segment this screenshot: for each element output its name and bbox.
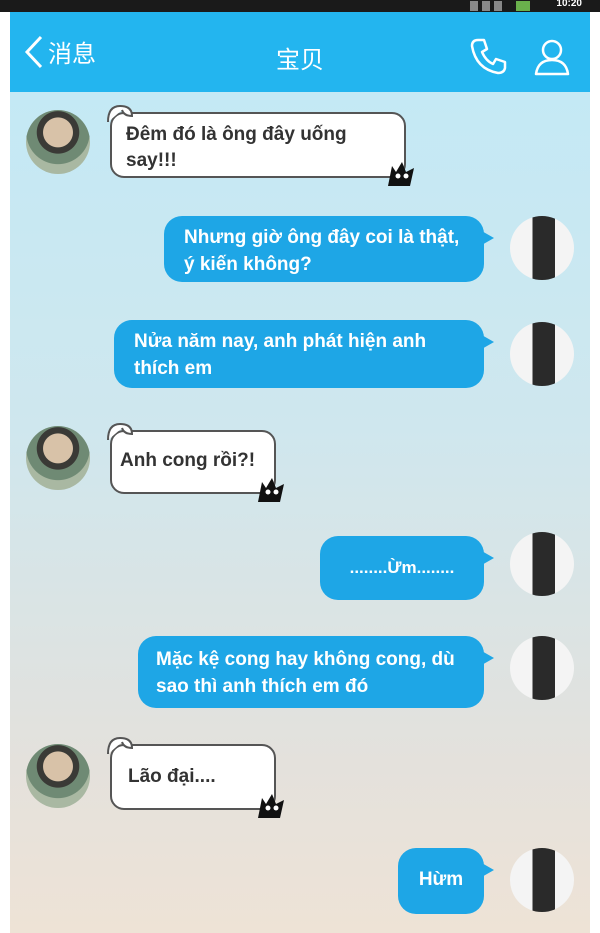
message-text: Lão đại.... [128, 766, 216, 787]
message-text: Nửa năm nay, anh phát hiện anh thích em [134, 331, 427, 379]
phone-icon[interactable] [468, 36, 508, 76]
bubble-curl-decoration [107, 422, 134, 441]
cat-sticker-icon [258, 478, 284, 502]
sender-avatar[interactable] [26, 110, 90, 174]
signal-icon [470, 1, 510, 11]
my-avatar[interactable] [510, 322, 574, 386]
status-time: 10:20 [556, 0, 582, 9]
outgoing-message[interactable]: Mặc kệ cong hay không cong, dù sao thì a… [138, 636, 494, 708]
outgoing-message[interactable]: ........Ừm........ [320, 536, 494, 600]
message-text: Nhưng giờ ông đây coi là thật, ý kiến kh… [184, 227, 460, 275]
incoming-message[interactable]: Lão đại.... [107, 736, 284, 818]
message-text: Đêm đó là ông đây uống say!!! [126, 124, 347, 171]
bubble-curl-decoration [107, 736, 134, 755]
chat-header: 消息 宝贝 [10, 12, 590, 92]
cat-sticker-icon [258, 794, 284, 818]
my-avatar[interactable] [510, 848, 574, 912]
cat-sticker-icon [388, 162, 414, 186]
my-avatar[interactable] [510, 216, 574, 280]
message-text: Hừm [418, 869, 464, 890]
my-avatar[interactable] [510, 532, 574, 596]
outgoing-message[interactable]: Nhưng giờ ông đây coi là thật, ý kiến kh… [164, 216, 494, 282]
message-text: Mặc kệ cong hay không cong, dù sao thì a… [156, 649, 455, 697]
bubble-curl-decoration [107, 104, 134, 123]
contact-icon[interactable] [532, 36, 572, 76]
my-avatar[interactable] [510, 636, 574, 700]
outgoing-message[interactable]: Nửa năm nay, anh phát hiện anh thích em [114, 320, 494, 388]
incoming-message[interactable]: Anh cong rồi?! [107, 422, 284, 502]
message-text: ........Ừm........ [349, 558, 455, 577]
chat-area[interactable]: Đêm đó là ông đây uống say!!! Nhưng giờ … [10, 92, 590, 933]
battery-icon [516, 1, 530, 11]
status-bar: 10:20 [0, 0, 600, 12]
incoming-message[interactable]: Đêm đó là ông đây uống say!!! [107, 104, 414, 186]
outgoing-message[interactable]: Hừm [398, 848, 494, 914]
sender-avatar[interactable] [26, 744, 90, 808]
message-text: Anh cong rồi?! [120, 450, 256, 471]
sender-avatar[interactable] [26, 426, 90, 490]
